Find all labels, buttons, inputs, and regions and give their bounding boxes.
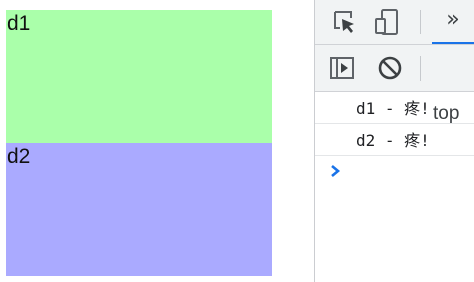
console-message[interactable]: d1 - 疼! <box>315 93 474 124</box>
inspect-element-icon[interactable] <box>331 9 357 35</box>
active-tab-indicator <box>432 42 474 44</box>
div-d1[interactable]: d1 <box>6 10 272 143</box>
div-d1-label: d1 <box>7 12 31 35</box>
toolbar-separator <box>420 10 421 34</box>
toolbar-separator <box>420 56 421 81</box>
div-d2[interactable]: d2 <box>6 143 272 276</box>
console-message[interactable]: d2 - 疼! <box>315 125 474 156</box>
devtools-panel: » top d1 - 疼! d2 - 疼! <box>314 0 474 282</box>
clear-console-icon[interactable] <box>377 55 403 81</box>
console-toolbar: top <box>315 45 474 124</box>
show-sidebar-icon[interactable] <box>329 56 355 80</box>
devtools-main-toolbar: » <box>315 0 474 45</box>
device-toggle-icon[interactable] <box>373 8 401 36</box>
page: d1 d2 » top d1 - 疼! d2 - 疼! <box>0 0 474 282</box>
div-d2-label: d2 <box>7 145 31 168</box>
console-prompt-chevron-icon[interactable] <box>329 161 343 181</box>
more-tabs-button[interactable]: » <box>439 6 467 36</box>
